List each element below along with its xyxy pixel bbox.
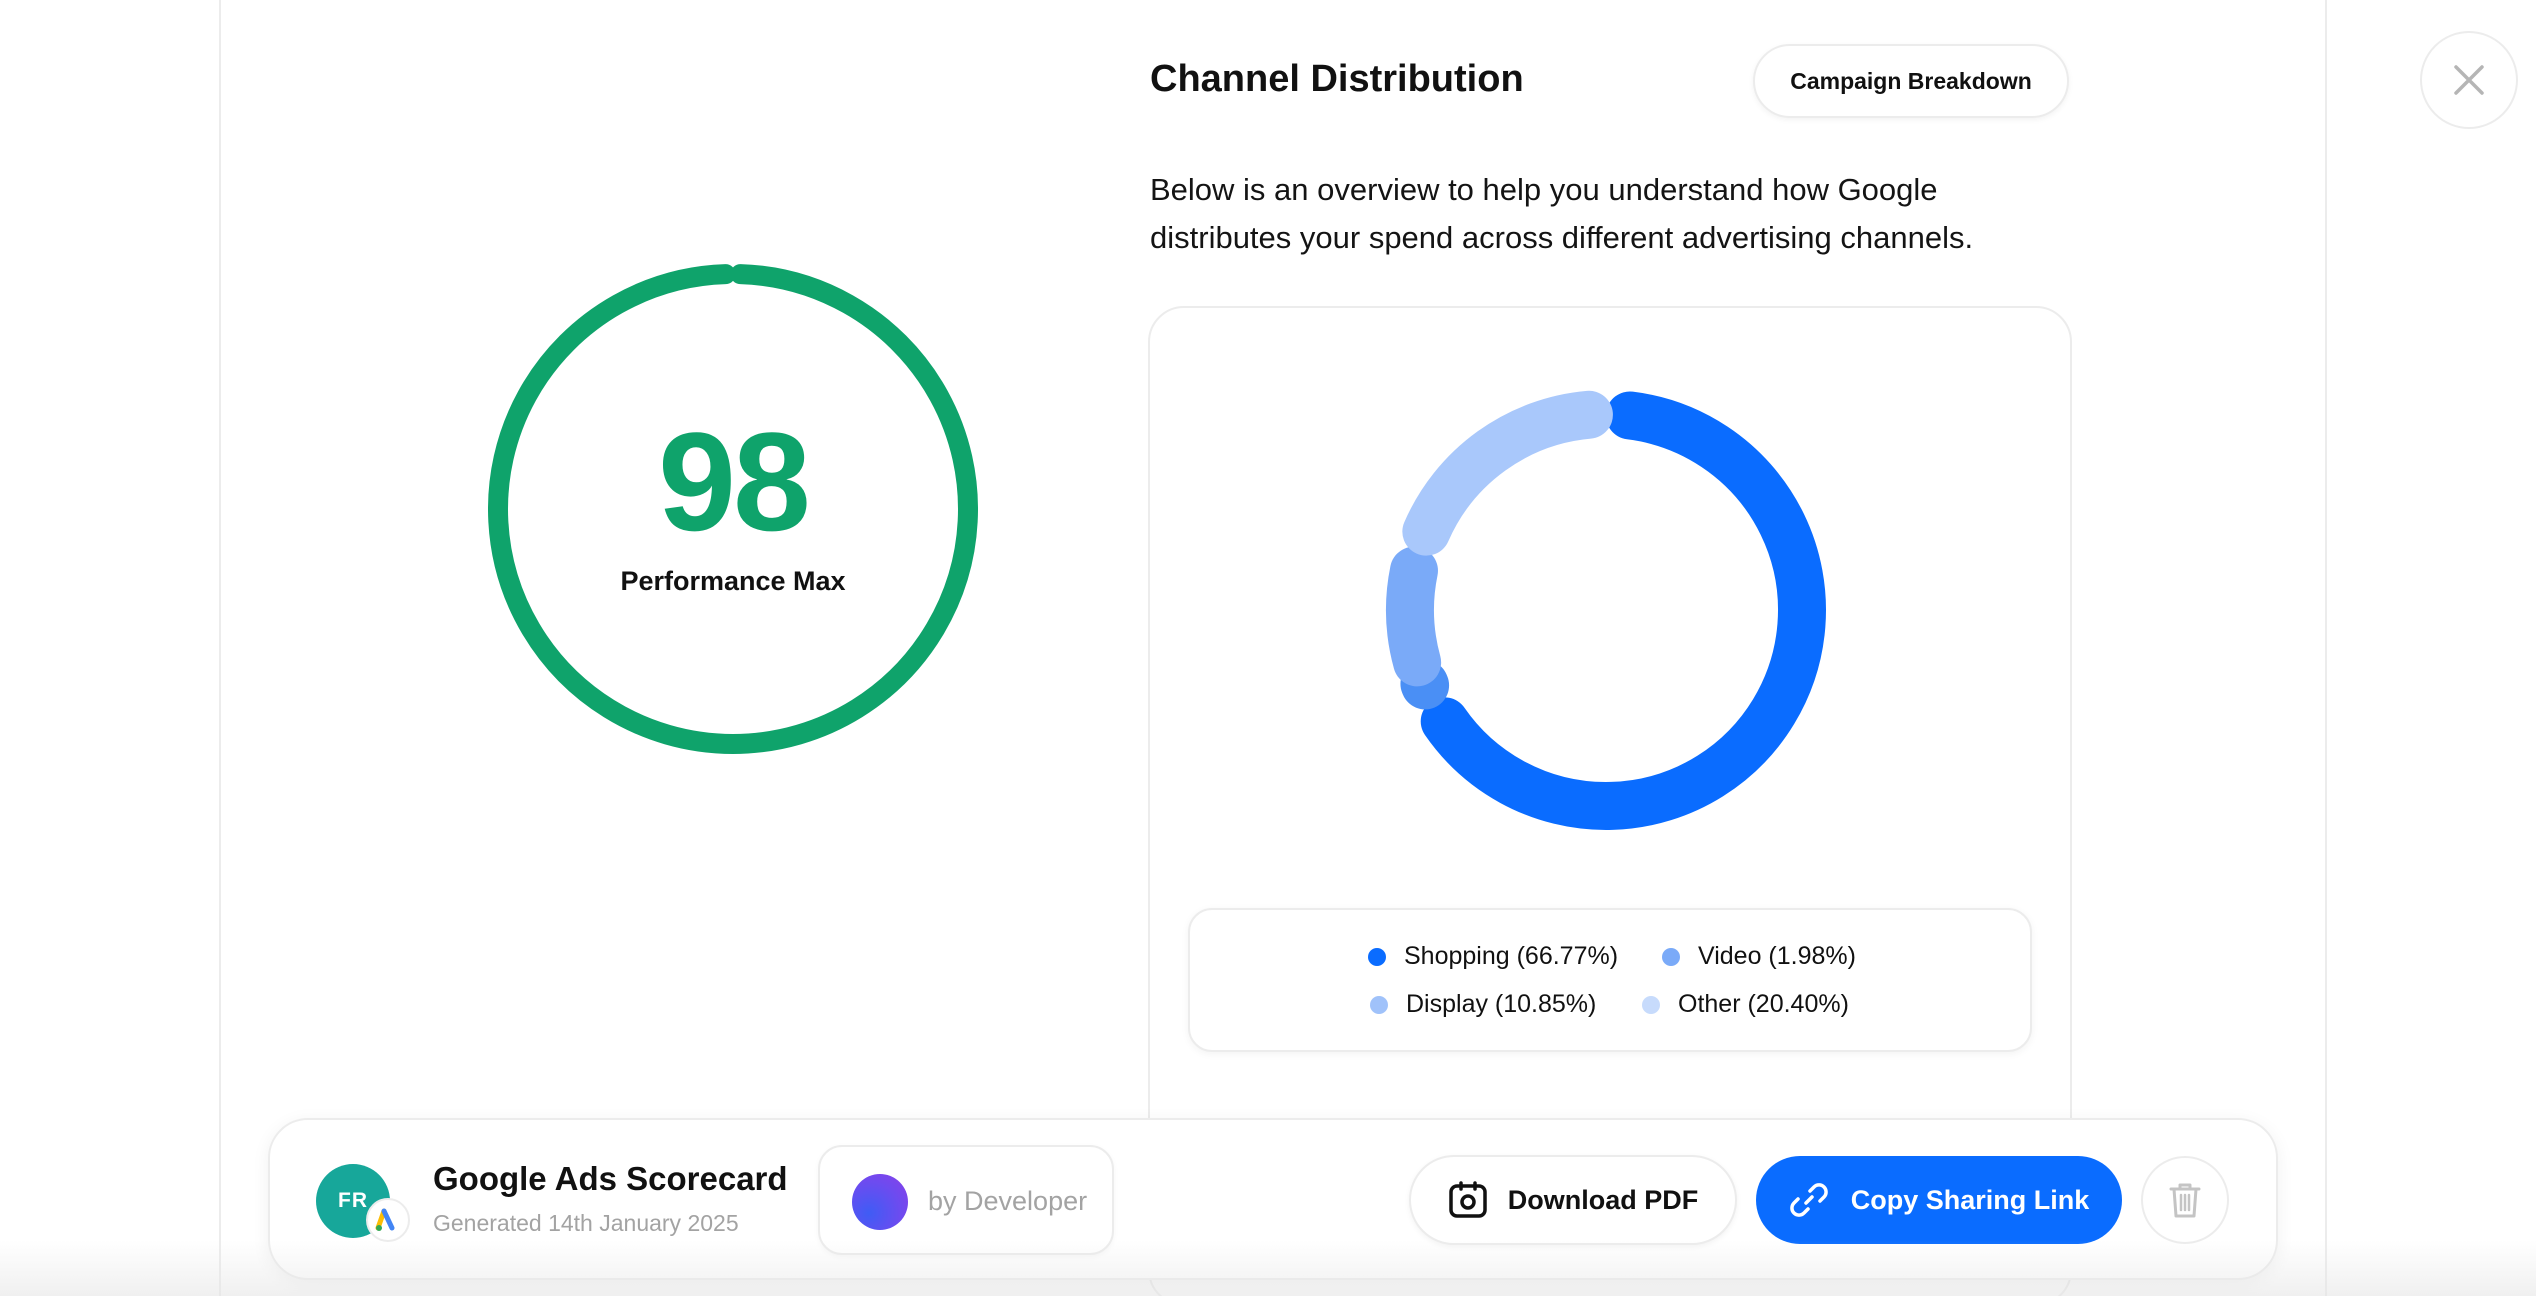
legend-item-other: Other (20.40%): [1642, 990, 1849, 1019]
trash-icon: [2169, 1183, 2201, 1218]
legend-label-shopping: Shopping (66.77%): [1404, 942, 1619, 970]
score-label: Performance Max: [620, 566, 846, 596]
close-button[interactable]: [2420, 31, 2518, 129]
copy-sharing-link-button[interactable]: Copy Sharing Link: [1756, 1156, 2122, 1244]
link-icon: [1789, 1183, 1828, 1217]
google-ads-icon: [375, 1208, 395, 1231]
donut-slice-other: [1402, 390, 1613, 556]
legend-dot-video: [1662, 947, 1680, 966]
report-page: 98 Performance Max Channel Distribution …: [0, 0, 2536, 1296]
campaign-breakdown-button[interactable]: Campaign Breakdown: [1753, 44, 2069, 118]
legend-item-display: Display (10.85%): [1370, 990, 1596, 1019]
legend-item-video: Video (1.98%): [1662, 942, 1856, 971]
chart-legend: Shopping (66.77%) Video (1.98%) Display …: [1188, 908, 2032, 1052]
donut-slice-display: [1386, 546, 1442, 687]
developer-avatar: [852, 1174, 908, 1230]
copy-sharing-link-label: Copy Sharing Link: [1850, 1184, 2090, 1215]
section-title: Channel Distribution: [1150, 58, 1524, 100]
pdf-download-icon: [1449, 1181, 1487, 1218]
delete-button[interactable]: [2141, 1156, 2229, 1244]
score-value: 98: [658, 403, 811, 560]
report-title: Google Ads Scorecard: [433, 1160, 788, 1197]
legend-dot-other: [1642, 995, 1660, 1014]
close-icon: [2454, 65, 2484, 95]
download-pdf-button[interactable]: Download PDF: [1409, 1155, 1737, 1245]
developer-chip[interactable]: by Developer: [818, 1145, 1114, 1255]
channel-donut-chart: [1386, 390, 1826, 830]
report-generated-date: Generated 14th January 2025: [433, 1210, 739, 1236]
section-description: Below is an overview to help you underst…: [1150, 172, 1974, 255]
legend-item-shopping: Shopping (66.77%): [1368, 942, 1618, 971]
download-pdf-label: Download PDF: [1507, 1184, 1699, 1215]
legend-label-other: Other (20.40%): [1678, 990, 1849, 1018]
legend-label-display: Display (10.85%): [1406, 990, 1597, 1018]
legend-dot-display: [1370, 995, 1388, 1014]
legend-label-video: Video (1.98%): [1698, 942, 1856, 970]
google-ads-badge: [366, 1198, 410, 1242]
performance-score-ring: 98 Performance Max: [488, 264, 978, 754]
legend-dot-shopping: [1368, 947, 1386, 966]
developer-label: by Developer: [928, 1186, 1088, 1216]
